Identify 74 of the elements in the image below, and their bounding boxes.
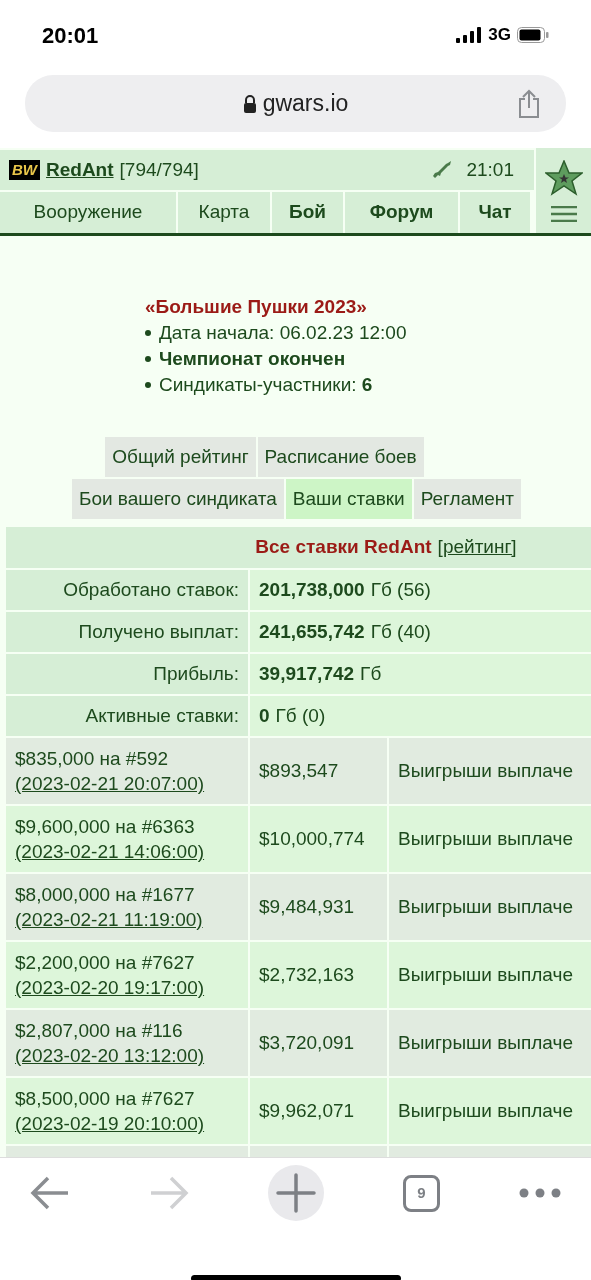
battery-icon [517,27,549,43]
info-line: Чемпионат окончен [159,347,346,371]
clock: 20:01 [42,21,99,50]
table-cell: Выигрыши выплаче [389,942,591,1008]
nav-link[interactable]: Форум [345,192,458,233]
server-time: 21:01 [466,157,514,182]
star-icon[interactable] [544,159,583,196]
rifle-icon [432,160,453,180]
table-cell: Выигрыши выплаче [389,874,591,940]
bet-text: $2,200,000 на #7627 [15,951,196,975]
table-cell: Выигрыши выплаче [389,1078,591,1144]
date-link[interactable]: (2023-02-21 20:07:00) [15,771,248,796]
unit-text: Гб (56) [370,577,431,602]
table-title: Все ставки RedAnt [255,535,432,560]
username-link[interactable]: RedAnt [46,155,114,185]
hp-text: [794/794] [119,157,199,182]
tab[interactable]: Бои вашего синдиката [71,479,284,519]
tab[interactable]: Регламент [413,479,522,519]
bet-text: $8,000,000 на #1677 [15,883,196,907]
back-icon[interactable] [30,1175,70,1211]
amount-text: 201,738,000 [259,577,365,602]
more-icon[interactable] [519,1188,561,1198]
tab-count-button[interactable]: 9 [403,1174,440,1212]
bet-text: $9,600,000 на #6363 [15,815,196,839]
table-cell: Выигрыши выплаче [389,1010,591,1076]
share-icon[interactable] [517,88,541,119]
table-cell: $10,000,774 [250,806,387,872]
bet-text: $2,807,000 на #116 [15,1019,184,1043]
table-cell: Выигрыши выплаче [389,738,591,804]
nav-link[interactable]: Бой [272,192,343,233]
nav-link[interactable]: Карта [178,192,270,233]
info-line: Дата начала: 06.02.23 12:00 [159,321,407,345]
table-cell: Получено выплат: [6,612,248,652]
date-link[interactable]: (2023-02-20 13:12:00) [15,1043,248,1068]
table-cell: Прибыль: [6,654,248,694]
bullet-icon [145,330,151,336]
site-logo[interactable]: BW [9,160,40,180]
table-cell: Обработано ставок: [6,570,248,610]
unit-text: Гб [360,661,382,686]
amount-text: 39,917,742 [259,661,355,686]
table-cell: Выигрыши выплаче [389,806,591,872]
date-link[interactable]: (2023-02-19 20:10:00) [15,1111,248,1136]
table-cell: $893,547 [250,738,387,804]
amount-text: 0 [259,703,270,728]
rating-link[interactable]: [рейтинг] [437,533,517,562]
date-link[interactable]: (2023-02-20 19:17:00) [15,975,248,1000]
network-label: 3G [488,24,511,47]
lock-icon [242,94,257,113]
bet-text: $835,000 на #592 [15,747,170,771]
address-bar[interactable]: gwars.io [25,75,566,132]
table-cell: $9,962,071 [250,1078,387,1144]
menu-icon[interactable] [550,205,577,222]
nav-link[interactable]: Вооружение [0,192,176,233]
new-tab-icon[interactable] [268,1165,324,1221]
signal-icon [456,27,483,43]
bet-text: $8,500,000 на #7627 [15,1087,196,1111]
table-cell: Активные ставки: [6,696,248,736]
unit-text: Гб (0) [275,703,326,728]
date-link[interactable]: (2023-02-21 14:06:00) [15,839,248,864]
bullet-icon [145,356,151,362]
tab[interactable]: Ваши ставки [285,479,412,519]
table-cell: $3,720,091 [250,1010,387,1076]
table-cell: $2,732,163 [250,942,387,1008]
unit-text: Гб (40) [370,619,431,644]
amount-text: 241,655,742 [259,619,365,644]
info-line: Синдикаты-участники: 6 [159,373,373,397]
bullet-icon [145,382,151,388]
nav-link[interactable]: Чат [460,192,530,233]
table-cell: $9,484,931 [250,874,387,940]
championship-title: «Большие Пушки 2023» [145,295,368,319]
tab[interactable]: Расписание боев [257,437,424,477]
date-link[interactable]: (2023-02-21 11:19:00) [15,907,248,932]
url-text: gwars.io [262,89,349,119]
tab[interactable]: Общий рейтинг [105,437,256,477]
